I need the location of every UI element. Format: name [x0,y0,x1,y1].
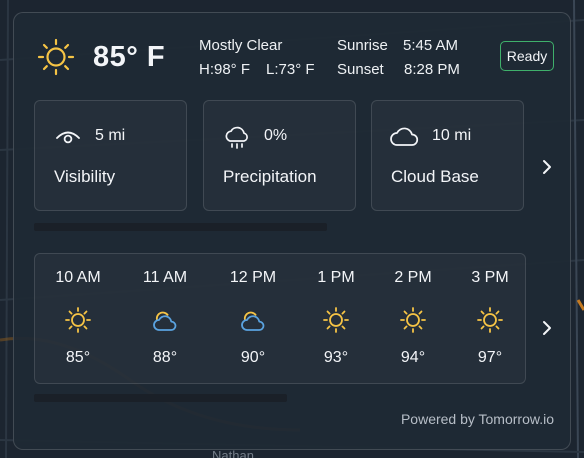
sunset-label: Sunset [337,61,384,78]
hour-time: 1 PM [317,269,355,286]
eye-icon [53,125,83,149]
sunset-time: 8:28 PM [404,61,460,78]
hour-temperature: 85° [65,349,91,366]
stat-name: Visibility [54,167,116,186]
current-temperature: 85° F [93,41,166,73]
partly-cloudy-icon [151,306,179,334]
chevron-right-icon [543,160,551,174]
chevron-right-icon [543,321,551,335]
partly-cloudy-icon [239,306,267,334]
stats-scrollbar[interactable] [34,223,327,231]
sun-icon [399,306,427,334]
hour-time: 2 PM [394,269,432,286]
hour-temperature: 94° [400,349,426,366]
cloud-icon [390,125,420,149]
hour-time: 12 PM [229,269,277,286]
stat-card-visibility: 5 mi Visibility [34,100,187,211]
hour-temperature: 97° [477,349,503,366]
stat-card-cloud-base: 10 mi Cloud Base [371,100,524,211]
hour-temperature: 90° [240,349,266,366]
stat-value: 0% [264,127,288,144]
stat-name: Cloud Base [391,167,479,186]
stat-card-precipitation: 0% Precipitation [203,100,356,211]
sun-icon [64,306,92,334]
hourly-forecast: 10 AM 85° 11 AM 88° 12 PM 90° 1 PM 93° 2… [34,253,526,384]
stats-next-button[interactable] [539,159,555,175]
stat-value: 10 mi [432,127,472,144]
hourly-scrollbar[interactable] [34,394,287,402]
hour-time: 11 AM [142,269,188,286]
current-condition: Mostly Clear [199,37,283,54]
hour-time: 3 PM [471,269,509,286]
stat-name: Precipitation [223,167,317,186]
hour-temperature: 88° [152,349,178,366]
low-temperature: L:73° F [266,61,315,78]
weather-widget: 85° F Mostly Clear H:98° F L:73° F Sunri… [13,12,571,450]
sunrise-time: 5:45 AM [403,37,459,54]
sun-icon [476,306,504,334]
hour-temperature: 93° [323,349,349,366]
stat-value: 5 mi [95,127,126,144]
hour-time: 10 AM [55,269,101,286]
status-badge: Ready [500,41,554,71]
hourly-next-button[interactable] [539,320,555,336]
rain-cloud-icon [222,125,252,149]
sun-icon [322,306,350,334]
powered-by-link[interactable]: Powered by Tomorrow.io [401,411,554,427]
sunrise-label: Sunrise [337,37,388,54]
sun-icon [36,37,76,77]
high-temperature: H:98° F [199,61,251,78]
